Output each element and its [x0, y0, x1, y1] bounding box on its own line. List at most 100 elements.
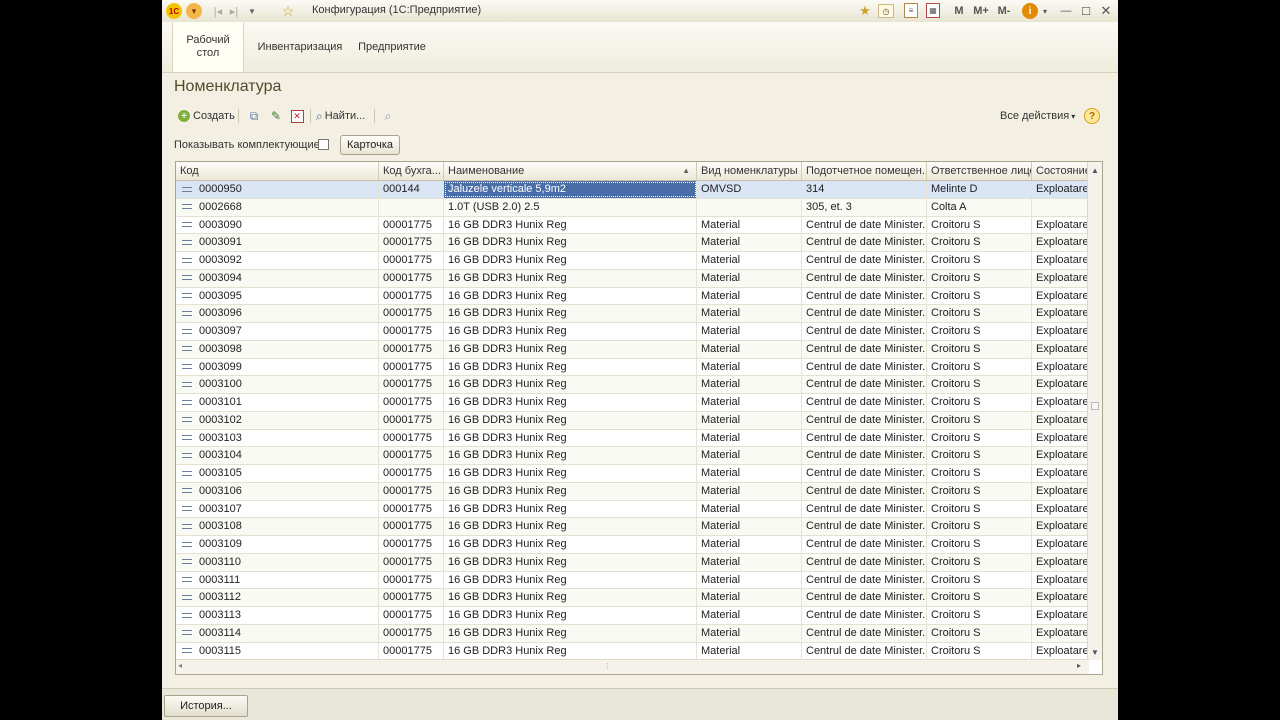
calendar-icon[interactable]: ▦ — [926, 3, 940, 18]
cell-name[interactable]: 16 GB DDR3 Hunix Reg — [444, 252, 697, 269]
cell-code[interactable]: 0003098 — [176, 340, 379, 358]
cell-type[interactable]: Material — [697, 589, 802, 606]
table-row[interactable]: 0003100 00001775 16 GB DDR3 Hunix Reg Mater… — [176, 376, 1089, 394]
cell-state[interactable]: Exploatare — [1032, 358, 1089, 376]
cell-responsible[interactable]: Croitoru S — [927, 518, 1032, 535]
cell-responsible[interactable]: Croitoru S — [927, 589, 1032, 606]
calculator-icon[interactable]: ≡ — [904, 3, 918, 18]
cell-type[interactable]: Material — [697, 500, 802, 518]
cell-accounting-code[interactable]: 00001775 — [379, 589, 444, 606]
maximize-icon[interactable]: ☐ — [1078, 3, 1094, 19]
cell-state[interactable]: Exploatare — [1032, 234, 1089, 251]
cell-responsible[interactable]: Melinte D — [927, 181, 1032, 198]
table-row[interactable]: 0003092 00001775 16 GB DDR3 Hunix Reg Mater… — [176, 252, 1089, 270]
cell-type[interactable]: Material — [697, 340, 802, 358]
table-row[interactable]: 0003105 00001775 16 GB DDR3 Hunix Reg Mater… — [176, 465, 1089, 483]
cell-room[interactable]: Centrul de date Minister... — [802, 305, 927, 322]
table-row[interactable]: 0003109 00001775 16 GB DDR3 Hunix Reg Mater… — [176, 536, 1089, 554]
cell-name[interactable]: 16 GB DDR3 Hunix Reg — [444, 553, 697, 571]
cell-room[interactable]: Centrul de date Minister... — [802, 216, 927, 234]
cell-code[interactable]: 0003102 — [176, 411, 379, 429]
cell-type[interactable]: Material — [697, 411, 802, 429]
cell-type[interactable] — [697, 198, 802, 216]
table-row[interactable]: 0003106 00001775 16 GB DDR3 Hunix Reg Mater… — [176, 482, 1089, 501]
cell-state[interactable]: Exploatare — [1032, 642, 1089, 659]
cell-room[interactable]: Centrul de date Minister... — [802, 287, 927, 305]
cell-accounting-code[interactable]: 00001775 — [379, 518, 444, 535]
cell-type[interactable]: Material — [697, 234, 802, 251]
cell-code[interactable]: 0002668 — [176, 198, 379, 216]
cell-code[interactable]: 0003095 — [176, 287, 379, 305]
cell-accounting-code[interactable] — [379, 198, 444, 216]
cell-room[interactable]: Centrul de date Minister... — [802, 518, 927, 535]
cell-type[interactable]: Material — [697, 607, 802, 624]
cell-room[interactable]: Centrul de date Minister... — [802, 234, 927, 251]
cell-room[interactable]: Centrul de date Minister... — [802, 376, 927, 393]
cell-type[interactable]: Material — [697, 624, 802, 642]
cell-state[interactable]: Exploatare — [1032, 340, 1089, 358]
cell-code[interactable]: 0003109 — [176, 536, 379, 553]
table-row[interactable]: 0003094 00001775 16 GB DDR3 Hunix Reg Mater… — [176, 269, 1089, 288]
cell-state[interactable]: Exploatare — [1032, 500, 1089, 518]
cell-room[interactable]: Centrul de date Minister... — [802, 340, 927, 358]
cell-code[interactable]: 0003101 — [176, 394, 379, 411]
table-row[interactable]: 0003090 00001775 16 GB DDR3 Hunix Reg Mater… — [176, 216, 1089, 235]
column-header-responsible[interactable]: Ответственное лицо — [927, 162, 1032, 180]
cell-accounting-code[interactable]: 00001775 — [379, 642, 444, 659]
cell-code[interactable]: 0003105 — [176, 465, 379, 482]
table-row[interactable]: 0003103 00001775 16 GB DDR3 Hunix Reg Mater… — [176, 429, 1089, 448]
vertical-scrollbar[interactable]: ▲ ▼ — [1087, 162, 1102, 660]
cell-state[interactable]: Exploatare — [1032, 181, 1089, 198]
show-components-checkbox[interactable] — [318, 139, 329, 150]
cell-type[interactable]: Material — [697, 447, 802, 464]
cell-state[interactable]: Exploatare — [1032, 269, 1089, 287]
cell-responsible[interactable]: Croitoru S — [927, 323, 1032, 340]
cell-name[interactable]: 16 GB DDR3 Hunix Reg — [444, 340, 697, 358]
cell-room[interactable]: Centrul de date Minister... — [802, 624, 927, 642]
horizontal-scrollbar[interactable]: ◂ ⋮ ▸ — [176, 659, 1089, 674]
cell-name[interactable]: 16 GB DDR3 Hunix Reg — [444, 429, 697, 447]
cell-name[interactable]: 16 GB DDR3 Hunix Reg — [444, 536, 697, 553]
table-row[interactable]: 0003111 00001775 16 GB DDR3 Hunix Reg Mater… — [176, 571, 1089, 590]
cell-responsible[interactable]: Croitoru S — [927, 216, 1032, 234]
cell-responsible[interactable]: Croitoru S — [927, 465, 1032, 482]
cell-accounting-code[interactable]: 00001775 — [379, 269, 444, 287]
cell-state[interactable]: Exploatare — [1032, 305, 1089, 322]
cell-accounting-code[interactable]: 00001775 — [379, 465, 444, 482]
history-dropdown-icon[interactable]: ▼ — [246, 3, 258, 19]
cell-name[interactable]: 16 GB DDR3 Hunix Reg — [444, 394, 697, 411]
column-header-name[interactable]: Наименование ▲ — [444, 162, 697, 180]
cell-name[interactable]: 16 GB DDR3 Hunix Reg — [444, 518, 697, 535]
cell-code[interactable]: 0003113 — [176, 607, 379, 624]
cell-state[interactable]: Exploatare — [1032, 376, 1089, 393]
cell-accounting-code[interactable]: 00001775 — [379, 340, 444, 358]
cell-room[interactable]: 314 — [802, 181, 927, 198]
memory-add-button[interactable]: M+ — [970, 3, 992, 19]
cell-accounting-code[interactable]: 00001775 — [379, 482, 444, 500]
cell-state[interactable]: Exploatare — [1032, 323, 1089, 340]
cell-state[interactable]: Exploatare — [1032, 624, 1089, 642]
cell-type[interactable]: Material — [697, 216, 802, 234]
cell-code[interactable]: 0003114 — [176, 624, 379, 642]
cell-name[interactable]: 16 GB DDR3 Hunix Reg — [444, 358, 697, 376]
cell-name[interactable]: 16 GB DDR3 Hunix Reg — [444, 500, 697, 518]
info-icon[interactable]: i — [1022, 3, 1038, 19]
cell-code[interactable]: 0003090 — [176, 216, 379, 234]
cell-accounting-code[interactable]: 00001775 — [379, 571, 444, 589]
cell-name[interactable]: 16 GB DDR3 Hunix Reg — [444, 607, 697, 624]
cell-accounting-code[interactable]: 00001775 — [379, 376, 444, 393]
table-row[interactable]: 0003096 00001775 16 GB DDR3 Hunix Reg Mater… — [176, 305, 1089, 323]
copy-icon[interactable]: ⧉ — [246, 106, 262, 126]
table-row[interactable]: 0003095 00001775 16 GB DDR3 Hunix Reg Mater… — [176, 287, 1089, 306]
cell-code[interactable]: 0003112 — [176, 589, 379, 606]
cell-name[interactable]: 16 GB DDR3 Hunix Reg — [444, 642, 697, 659]
memory-button[interactable]: M — [952, 3, 966, 19]
scroll-thumb[interactable] — [1091, 402, 1099, 410]
cell-state[interactable]: Exploatare — [1032, 447, 1089, 464]
cell-code[interactable]: 0003104 — [176, 447, 379, 464]
cell-name[interactable]: 16 GB DDR3 Hunix Reg — [444, 287, 697, 305]
cell-code[interactable]: 0000950 — [176, 181, 379, 198]
cell-responsible[interactable]: Croitoru S — [927, 429, 1032, 447]
cell-responsible[interactable]: Croitoru S — [927, 624, 1032, 642]
cell-type[interactable]: Material — [697, 269, 802, 287]
